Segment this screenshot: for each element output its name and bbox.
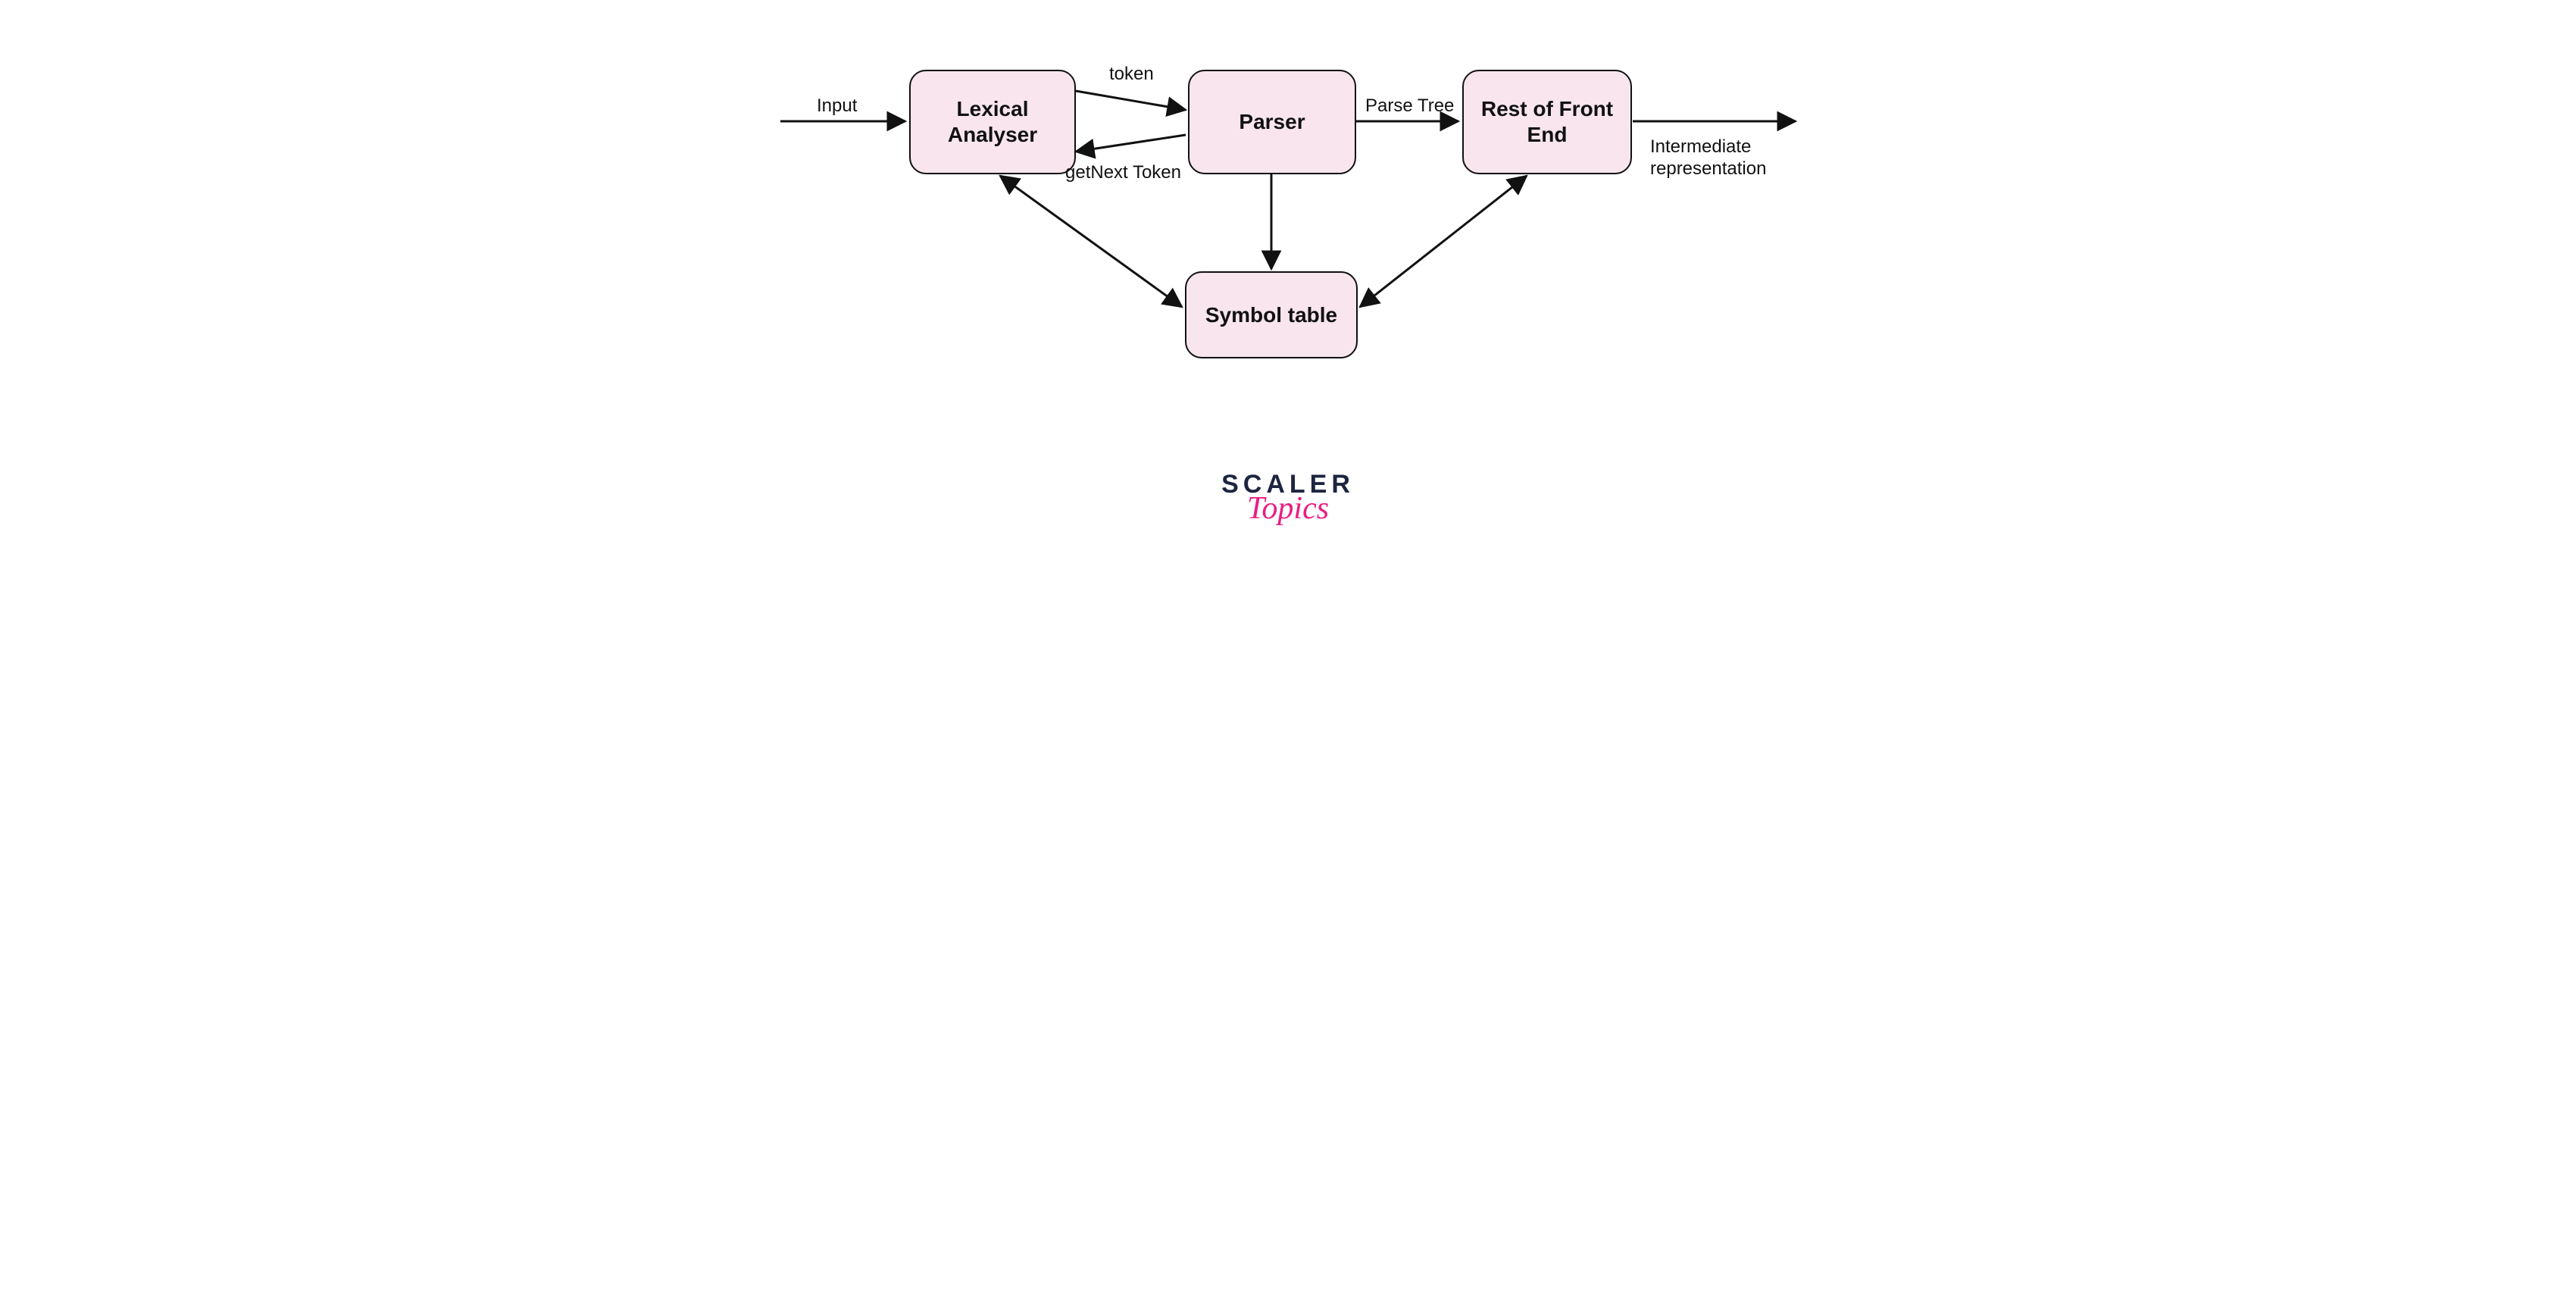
edge-parser-lexical-getnext: [1076, 135, 1186, 152]
node-rest-label: Rest of Front End: [1479, 96, 1615, 147]
node-symbol-table: Symbol table: [1185, 271, 1358, 358]
node-parser: Parser: [1188, 70, 1356, 174]
node-lexical-analyser: Lexical Analyser: [909, 70, 1076, 174]
node-lexical-label: Lexical Analyser: [926, 96, 1059, 147]
label-input: Input: [817, 95, 857, 117]
label-intermediate-representation: Intermediate representation: [1650, 136, 1794, 180]
edge-lexical-parser-token: [1076, 91, 1186, 110]
node-parser-label: Parser: [1239, 109, 1305, 135]
label-getnext-token: getNext Token: [1065, 162, 1181, 183]
node-symbol-label: Symbol table: [1205, 302, 1337, 328]
label-token: token: [1109, 64, 1154, 85]
diagram-canvas: Lexical Analyser Parser Rest of Front En…: [705, 0, 1871, 591]
node-rest-front-end: Rest of Front End: [1462, 70, 1632, 174]
edge-rest-symbol: [1360, 176, 1527, 307]
brand-logo: SCALER Topics: [1221, 470, 1355, 527]
label-parse-tree: Parse Tree: [1365, 95, 1454, 117]
edge-lexical-symbol: [1000, 176, 1182, 307]
